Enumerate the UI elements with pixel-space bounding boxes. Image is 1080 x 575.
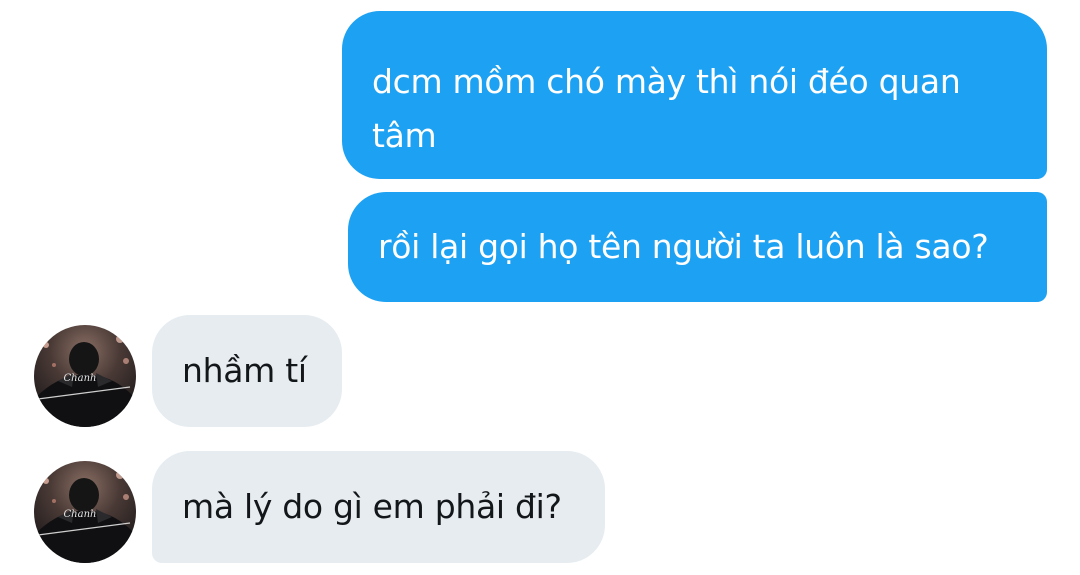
message-text: nhầm tí bbox=[182, 351, 307, 390]
message-text: mà lý do gì em phải đi? bbox=[182, 487, 562, 526]
avatar-icon[interactable]: Chanh bbox=[34, 461, 136, 563]
avatar-shirt-text: Chanh bbox=[64, 373, 97, 384]
message-text: dcm mồm chó mày thì nói đéo quan tâm bbox=[372, 62, 961, 155]
avatar-shirt-text: Chanh bbox=[64, 509, 97, 520]
received-message[interactable]: mà lý do gì em phải đi? bbox=[152, 451, 605, 563]
sent-message[interactable]: rồi lại gọi họ tên người ta luôn là sao? bbox=[348, 192, 1047, 302]
received-message[interactable]: nhầm tí bbox=[152, 315, 342, 427]
message-text: rồi lại gọi họ tên người ta luôn là sao? bbox=[378, 227, 989, 266]
avatar-icon[interactable]: Chanh bbox=[34, 325, 136, 427]
sent-message[interactable]: dcm mồm chó mày thì nói đéo quan tâm bbox=[342, 11, 1047, 179]
